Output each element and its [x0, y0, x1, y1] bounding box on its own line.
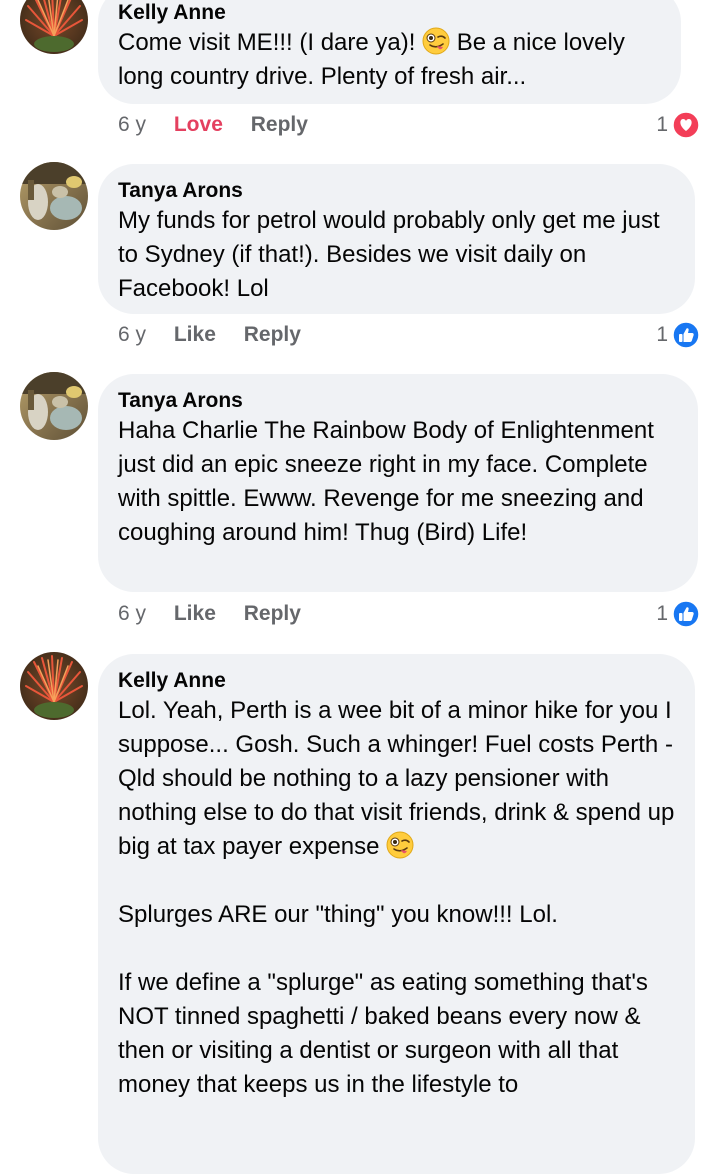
comment-bubble: Kelly Anne Come visit ME!!! (I dare ya)!…	[98, 0, 681, 104]
winking-tongue-icon	[422, 27, 450, 55]
thumbs-up-icon	[672, 321, 700, 349]
comment-author[interactable]: Kelly Anne	[118, 668, 675, 694]
thumbs-up-icon	[672, 600, 700, 628]
reaction-count: 1	[656, 323, 668, 346]
reaction-summary[interactable]: 1	[656, 599, 700, 629]
comment-actions: 6 y Like Reply	[118, 601, 323, 627]
avatar[interactable]	[20, 372, 88, 440]
reply-button[interactable]: Reply	[244, 322, 301, 348]
like-button[interactable]: Like	[174, 322, 216, 348]
reaction-summary[interactable]: 1	[656, 320, 700, 350]
comment-bubble: Kelly Anne Lol. Yeah, Perth is a wee bit…	[98, 654, 695, 1174]
comment-text: Come visit ME!!! (I dare ya)! Be a nice …	[118, 26, 661, 94]
comment-time[interactable]: 6 y	[118, 601, 146, 627]
comment-text: My funds for petrol would probably only …	[118, 207, 660, 302]
comment-time[interactable]: 6 y	[118, 322, 146, 348]
comment-paragraph: Splurges ARE our "thing" you know!!! Lol…	[118, 901, 558, 928]
heart-icon	[672, 111, 700, 139]
reply-button[interactable]: Reply	[251, 112, 308, 138]
comment-actions: 6 y Love Reply	[118, 112, 330, 138]
comment-bubble: Tanya Arons Haha Charlie The Rainbow Bod…	[98, 374, 698, 592]
comment-text: Haha Charlie The Rainbow Body of Enlight…	[118, 417, 654, 546]
reaction-summary[interactable]: 1	[656, 110, 700, 140]
comment-time[interactable]: 6 y	[118, 112, 146, 138]
avatar[interactable]	[20, 162, 88, 230]
avatar[interactable]	[20, 652, 88, 720]
comment-author[interactable]: Kelly Anne	[118, 0, 661, 26]
comment-author[interactable]: Tanya Arons	[118, 178, 675, 204]
comment-text-part: Come visit ME!!! (I dare ya)!	[118, 29, 423, 56]
reply-button[interactable]: Reply	[244, 601, 301, 627]
reaction-count: 1	[656, 602, 668, 625]
comment-bubble: Tanya Arons My funds for petrol would pr…	[98, 164, 695, 314]
love-button[interactable]: Love	[174, 112, 223, 138]
comment-actions: 6 y Like Reply	[118, 322, 323, 348]
reaction-count: 1	[656, 113, 668, 136]
like-button[interactable]: Like	[174, 601, 216, 627]
winking-tongue-icon	[386, 831, 414, 859]
comment-paragraph: If we define a "splurge" as eating somet…	[118, 969, 648, 1098]
comment-author[interactable]: Tanya Arons	[118, 388, 678, 414]
avatar[interactable]	[20, 0, 88, 54]
comment-text: Lol. Yeah, Perth is a wee bit of a minor…	[118, 694, 675, 864]
